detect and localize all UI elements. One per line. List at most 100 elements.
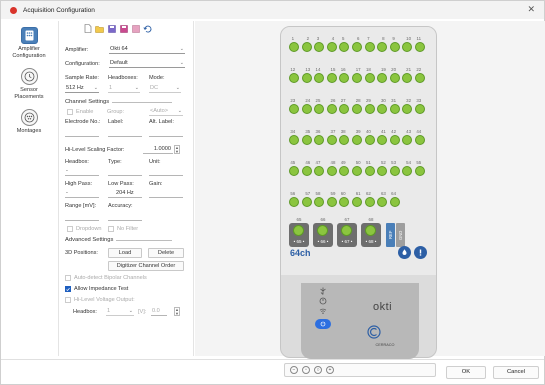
channel-electrode[interactable] [415,73,425,83]
channel-label-input[interactable] [108,128,142,137]
reference-channel[interactable]: 67 • 67 • [337,217,357,247]
channel-electrode[interactable] [389,166,400,176]
channel-electrode[interactable] [301,166,312,176]
channel-electrode[interactable] [352,42,362,52]
channel-electrode[interactable] [402,104,413,114]
channel-electrode[interactable] [389,104,400,114]
channel-electrode[interactable] [377,135,388,145]
headbox-output-select[interactable]: 1 ⌄ [106,307,134,316]
mode-select[interactable]: DC ⌄ [149,84,181,93]
channel-electrode[interactable] [326,166,337,176]
channel-electrode[interactable] [364,166,375,176]
save-icon[interactable] [107,24,116,33]
save-as-icon[interactable] [119,24,128,33]
delete-button[interactable]: Delete [148,248,184,258]
scaling-spinner[interactable]: ▲ ▼ [174,145,180,154]
channel-electrode[interactable] [289,166,299,176]
channel-electrode[interactable] [326,42,337,52]
channel-electrode[interactable] [377,73,388,83]
channel-electrode[interactable] [352,166,362,176]
channel-electrode[interactable] [339,73,350,83]
auto-detect-bipolar-checkbox[interactable]: Auto-detect Bipolar Channels [65,275,147,281]
channel-electrode[interactable] [415,42,425,52]
ok-button[interactable]: OK [446,366,486,379]
channel-electrode[interactable] [339,166,350,176]
channel-electrode[interactable] [415,135,425,145]
channel-electrode[interactable] [352,135,362,145]
reference-channel[interactable]: 65 • 65 • [289,217,309,247]
channel-electrode[interactable] [389,73,400,83]
gain-input[interactable] [149,189,183,198]
open-folder-icon[interactable] [95,24,104,33]
unit-input[interactable] [149,167,183,176]
channel-electrode[interactable] [314,73,325,83]
ref-tab[interactable]: REF [386,223,395,247]
channel-electrode[interactable] [326,73,337,83]
reference-channel[interactable]: 66 • 66 • [313,217,333,247]
sample-rate-select[interactable]: 512 Hz ⌄ [65,84,99,93]
voltage-input[interactable]: 0.0 [151,307,167,316]
channel-electrode[interactable] [377,104,388,114]
channel-electrode[interactable] [389,197,400,207]
close-icon[interactable]: ✕ [527,4,535,15]
channel-electrode[interactable] [364,135,375,145]
channel-electrode[interactable] [389,42,400,52]
channel-electrode[interactable] [289,42,299,52]
range-input[interactable] [65,212,99,221]
power-button-icon[interactable] [315,319,331,329]
accuracy-input[interactable] [108,212,142,221]
channel-electrode[interactable] [402,135,413,145]
channel-electrode[interactable] [364,42,375,52]
channel-electrode[interactable] [377,42,388,52]
channel-electrode[interactable] [352,104,362,114]
nav-item-sensor-placements[interactable]: Sensor Placements [1,68,57,101]
headboxes-select[interactable]: 1 ⌄ [108,84,140,93]
channel-electrode[interactable] [415,166,425,176]
impedance-check-icon[interactable] [398,246,411,259]
voltage-spinner[interactable]: ▲ ▼ [174,307,180,316]
channel-electrode[interactable] [364,104,375,114]
gnd-tab[interactable]: GND [396,223,405,247]
channel-electrode[interactable] [389,135,400,145]
channel-electrode[interactable] [415,104,425,114]
high-pass-input[interactable]: - [65,189,99,198]
channel-electrode[interactable] [301,42,312,52]
channel-electrode[interactable] [314,197,325,207]
headbox-input[interactable]: - [65,167,99,176]
alert-icon[interactable] [414,246,427,259]
no-filter-checkbox[interactable]: No Filter [108,226,138,232]
load-button[interactable]: Load [108,248,142,258]
channel-electrode[interactable] [402,42,413,52]
low-pass-input[interactable]: 204 Hz [108,189,142,198]
scaling-factor-input[interactable]: 1.0000 [143,145,173,154]
group-select[interactable]: <Auto> ⌄ [149,107,183,116]
channel-electrode[interactable] [314,166,325,176]
channel-electrode[interactable] [402,73,413,83]
electrode-no-input[interactable] [65,128,99,137]
new-file-icon[interactable] [83,24,92,33]
channel-electrode[interactable] [289,73,299,83]
nav-item-amplifier-configuration[interactable]: Amplifier Configuration [1,27,57,60]
channel-electrode[interactable] [339,197,350,207]
channel-electrode[interactable] [301,73,312,83]
channel-electrode[interactable] [326,104,337,114]
channel-electrode[interactable] [377,166,388,176]
channel-electrode[interactable] [326,197,337,207]
channel-electrode[interactable] [289,135,299,145]
channel-electrode[interactable] [339,42,350,52]
channel-electrode[interactable] [301,104,312,114]
enable-checkbox[interactable]: Enable [67,109,93,115]
undo-icon[interactable] [143,24,152,33]
channel-electrode[interactable] [301,135,312,145]
channel-electrode[interactable] [352,197,362,207]
channel-electrode[interactable] [301,197,312,207]
channel-electrode[interactable] [314,135,325,145]
amplifier-select[interactable]: Okti 64 ⌄ [109,45,185,54]
channel-electrode[interactable] [364,73,375,83]
channel-electrode[interactable] [339,104,350,114]
channel-electrode[interactable] [314,104,325,114]
configuration-select[interactable]: Default ⌄ [109,59,185,68]
type-input[interactable] [108,167,142,176]
nav-item-montages[interactable]: Montages [1,109,57,135]
channel-electrode[interactable] [289,197,299,207]
